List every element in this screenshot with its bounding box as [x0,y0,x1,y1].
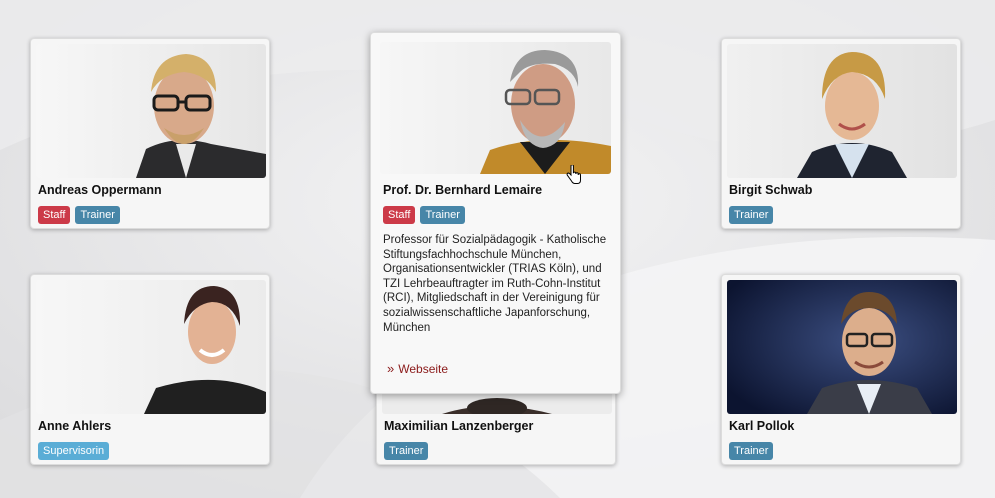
hand-pointer-icon [566,165,581,184]
trainer-badge[interactable]: Trainer [729,442,774,460]
staff-badge[interactable]: Staff [38,206,71,224]
person-photo [36,44,266,178]
person-card-anne-ahlers[interactable]: Anne Ahlers Supervisorin [30,274,270,465]
staff-badge[interactable]: Staff [383,206,416,224]
role-tags: Staff Trainer [383,206,465,224]
role-tags: Trainer [729,206,774,224]
trainer-badge[interactable]: Trainer [75,206,120,224]
role-tags: Trainer [729,442,774,460]
person-photo [36,280,266,414]
person-photo [727,44,957,178]
person-name: Andreas Oppermann [38,183,162,197]
person-photo [380,42,611,174]
person-name: Prof. Dr. Bernhard Lemaire [383,183,543,197]
person-card-karl-pollok[interactable]: Karl Pollok Trainer [721,274,961,465]
person-photo [727,280,957,414]
person-name: Maximilian Lanzenberger [384,419,534,433]
person-name: Birgit Schwab [729,183,813,197]
person-name: Anne Ahlers [38,419,112,433]
website-link-label: Webseite [398,362,449,376]
role-tags: Supervisorin [38,442,110,460]
person-card-birgit-schwab[interactable]: Birgit Schwab Trainer [721,38,961,229]
person-name: Karl Pollok [729,419,795,433]
trainer-badge[interactable]: Trainer [420,206,465,224]
trainer-badge[interactable]: Trainer [384,442,429,460]
website-link[interactable]: » Webseite [387,361,448,376]
trainer-badge[interactable]: Trainer [729,206,774,224]
supervisor-badge[interactable]: Supervisorin [38,442,110,460]
person-description: Professor für Sozialpädagogik - Katholis… [383,234,607,334]
person-card-andreas-oppermann[interactable]: Andreas Oppermann Staff Trainer [30,38,270,229]
role-tags: Staff Trainer [38,206,120,224]
double-chevron-right-icon: » [387,361,395,376]
role-tags: Trainer [384,442,429,460]
person-card-bernhard-lemaire[interactable]: Prof. Dr. Bernhard Lemaire Staff Trainer… [370,32,621,394]
